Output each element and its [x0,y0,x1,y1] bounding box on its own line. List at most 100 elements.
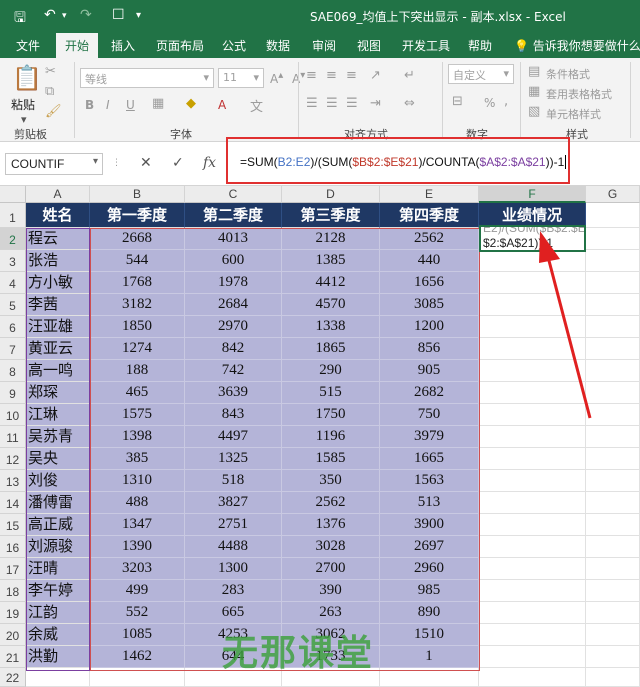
value-cell[interactable]: 2668 [90,228,185,250]
italic-button[interactable]: I [106,98,110,112]
value-cell[interactable]: 843 [185,404,282,426]
value-cell[interactable]: 1338 [282,316,380,338]
value-cell[interactable]: 742 [185,360,282,382]
empty-cell[interactable] [479,492,586,514]
value-cell[interactable]: 3085 [380,294,479,316]
value-cell[interactable]: 4488 [185,536,282,558]
paste-icon[interactable]: 📋 [12,64,42,92]
row-header-11[interactable]: 11 [0,426,26,448]
empty-cell[interactable] [479,668,586,687]
value-cell[interactable]: 905 [380,360,479,382]
value-cell[interactable]: 1310 [90,470,185,492]
tab-review[interactable]: 审阅 [312,37,336,54]
cut-icon[interactable]: ✂ [45,64,56,79]
row-header-7[interactable]: 7 [0,338,26,360]
row-header-17[interactable]: 17 [0,558,26,580]
table-header-cell[interactable]: 姓名 [26,203,90,228]
value-cell[interactable]: 1575 [90,404,185,426]
value-cell[interactable]: 842 [185,338,282,360]
value-cell[interactable]: 1563 [380,470,479,492]
value-cell[interactable]: 1398 [90,426,185,448]
empty-cell[interactable] [380,668,479,687]
align-bottom-icon[interactable]: ≡ [346,68,357,83]
value-cell[interactable]: 3203 [90,558,185,580]
value-cell[interactable]: 1462 [90,646,185,668]
row-header-10[interactable]: 10 [0,404,26,426]
empty-cell[interactable] [479,602,586,624]
value-cell[interactable]: 390 [282,580,380,602]
value-cell[interactable]: 3028 [282,536,380,558]
column-header-a[interactable]: A [26,186,90,203]
value-cell[interactable]: 856 [380,338,479,360]
value-cell[interactable]: 385 [90,448,185,470]
value-cell[interactable]: 1376 [282,514,380,536]
tab-developer[interactable]: 开发工具 [402,37,450,54]
value-cell[interactable]: 1665 [380,448,479,470]
value-cell[interactable]: 1656 [380,272,479,294]
empty-cell[interactable] [586,536,640,558]
empty-cell[interactable] [586,492,640,514]
name-box[interactable]: COUNTIF ▾ [5,153,103,175]
name-cell[interactable]: 黄亚云 [26,338,90,360]
value-cell[interactable]: 4412 [282,272,380,294]
name-cell[interactable]: 高正威 [26,514,90,536]
empty-cell[interactable] [586,426,640,448]
tab-home[interactable]: 开始 [56,33,99,58]
paste-dropdown-icon[interactable]: ▾ [21,113,27,126]
column-header-g[interactable]: G [586,186,640,203]
value-cell[interactable]: 544 [90,250,185,272]
tab-page-layout[interactable]: 页面布局 [156,37,204,54]
empty-cell[interactable] [586,558,640,580]
format-painter-icon[interactable]: 🖌 [45,104,62,119]
empty-cell[interactable] [90,668,185,687]
tab-help[interactable]: 帮助 [468,37,492,54]
row-header-13[interactable]: 13 [0,470,26,492]
fill-color-icon[interactable]: ◆ [186,96,196,111]
value-cell[interactable]: 1325 [185,448,282,470]
select-all-corner[interactable] [0,186,26,203]
value-cell[interactable]: 518 [185,470,282,492]
value-cell[interactable]: 1978 [185,272,282,294]
empty-cell[interactable] [479,624,586,646]
empty-cell[interactable] [479,448,586,470]
value-cell[interactable]: 283 [185,580,282,602]
phonetic-icon[interactable]: 文 [250,96,263,115]
paste-button[interactable]: 粘贴 [11,96,35,113]
empty-cell[interactable] [26,668,90,687]
align-right-icon[interactable]: ☰ [346,96,358,111]
name-cell[interactable]: 高一鸣 [26,360,90,382]
tab-view[interactable]: 视图 [357,37,381,54]
format-as-table-button[interactable]: 套用表格格式 [546,86,612,102]
insert-function-button[interactable]: fx [203,155,216,171]
value-cell[interactable]: 2970 [185,316,282,338]
underline-button[interactable]: U [126,98,135,112]
cell-styles-button[interactable]: 单元格样式 [546,106,601,122]
value-cell[interactable]: 1750 [282,404,380,426]
percent-button[interactable]: % [484,96,495,110]
value-cell[interactable]: 513 [380,492,479,514]
value-cell[interactable]: 3900 [380,514,479,536]
value-cell[interactable]: 2562 [380,228,479,250]
value-cell[interactable]: 1585 [282,448,380,470]
value-cell[interactable]: 188 [90,360,185,382]
empty-cell[interactable] [586,448,640,470]
empty-cell[interactable] [586,646,640,668]
name-cell[interactable]: 方小敏 [26,272,90,294]
value-cell[interactable]: 2960 [380,558,479,580]
value-cell[interactable]: 2697 [380,536,479,558]
value-cell[interactable]: 1085 [90,624,185,646]
row-header-1[interactable]: 1 [0,203,26,228]
table-header-cell[interactable]: 第四季度 [380,203,479,228]
value-cell[interactable]: 1510 [380,624,479,646]
currency-icon[interactable]: ⊟ [452,94,463,109]
value-cell[interactable]: 600 [185,250,282,272]
align-top-icon[interactable]: ≡ [306,68,317,83]
column-header-f[interactable]: F [479,186,586,203]
align-left-icon[interactable]: ☰ [306,96,318,111]
row-header-20[interactable]: 20 [0,624,26,646]
value-cell[interactable]: 4013 [185,228,282,250]
indent-icon[interactable]: ⇥ [370,96,381,111]
row-header-6[interactable]: 6 [0,316,26,338]
value-cell[interactable]: 1850 [90,316,185,338]
value-cell[interactable]: 263 [282,602,380,624]
